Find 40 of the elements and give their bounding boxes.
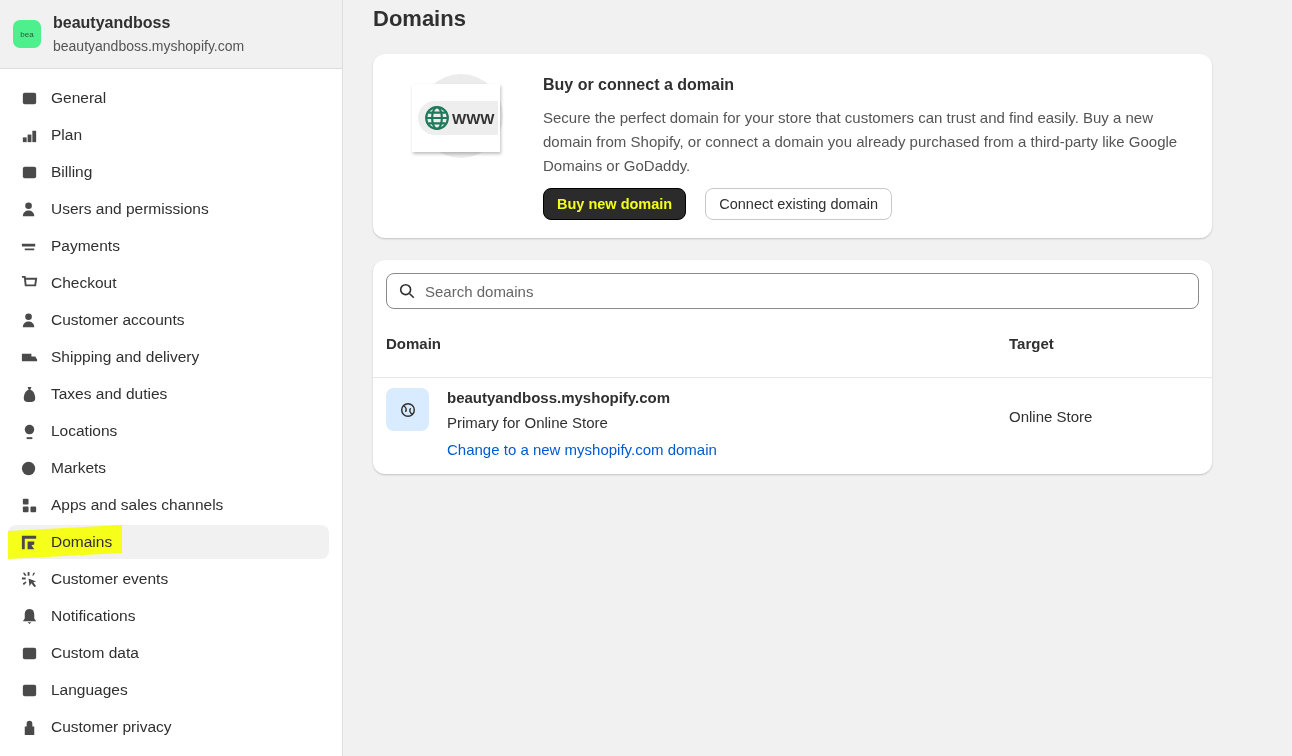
store-header[interactable]: bea beautyandboss beautyandboss.myshopify.com: [0, 0, 342, 69]
store-avatar: bea: [13, 20, 41, 48]
promo-description: Secure the perfect domain for your store that customers can trust and find easily. Buy a new domain from Shopify, or connect a domain you already purchased from a third-party like Google Domains or GoDaddy.: [543, 108, 1179, 176]
promo-title: Buy or connect a domain: [543, 76, 736, 94]
nav-item[interactable]: Shipping and delivery: [8, 340, 329, 374]
nav-item[interactable]: Checkout: [8, 266, 329, 300]
change-domain-link[interactable]: Change to a new myshopify.com domain: [447, 436, 717, 464]
globe-icon: [386, 388, 429, 431]
nav-item[interactable]: Customer accounts: [8, 303, 329, 337]
store-url: beautyandboss.myshopify.com: [53, 38, 245, 54]
connect-domain-button[interactable]: Connect existing domain: [705, 188, 892, 220]
store-name: beautyandboss: [53, 14, 172, 32]
domain-note: Primary for Online Store: [447, 413, 609, 433]
nav-item[interactable]: Plan: [8, 118, 329, 152]
column-header: Target: [1009, 334, 1055, 352]
www-text: WWW: [452, 109, 495, 127]
nav-item[interactable]: Domains: [8, 525, 329, 559]
nav-item[interactable]: Taxes and duties: [8, 377, 329, 411]
nav-item[interactable]: Locations: [8, 414, 329, 448]
page-title: Domains: [373, 6, 467, 32]
target-cell-text: Online Store: [1008, 407, 1094, 425]
buy-domain-button[interactable]: Buy new domain: [543, 188, 687, 220]
search-field[interactable]: Search domains: [386, 273, 1199, 309]
search-icon: [398, 282, 416, 300]
nav-item[interactable]: Billing: [8, 155, 329, 189]
nav-item[interactable]: Customer events: [8, 562, 329, 596]
sparkle-cursor-icon: [20, 569, 39, 589]
globe-icon: [424, 105, 450, 131]
nav-item[interactable]: Languages: [8, 673, 329, 707]
nav-item[interactable]: Payments: [8, 229, 329, 263]
nav-item[interactable]: Notifications: [8, 599, 329, 633]
nav-item[interactable]: Markets: [8, 451, 329, 485]
domain-name: beautyandboss.myshopify.com: [447, 388, 672, 408]
nav-item[interactable]: Customer privacy: [8, 710, 329, 744]
nav-item[interactable]: General: [8, 81, 329, 115]
bell-icon: [20, 606, 39, 626]
nav-item[interactable]: Users and permissions: [8, 192, 329, 226]
nav-item[interactable]: Apps and sales channels: [8, 488, 329, 522]
nav-item[interactable]: Custom data: [8, 636, 329, 670]
column-header: Domain: [386, 334, 442, 352]
